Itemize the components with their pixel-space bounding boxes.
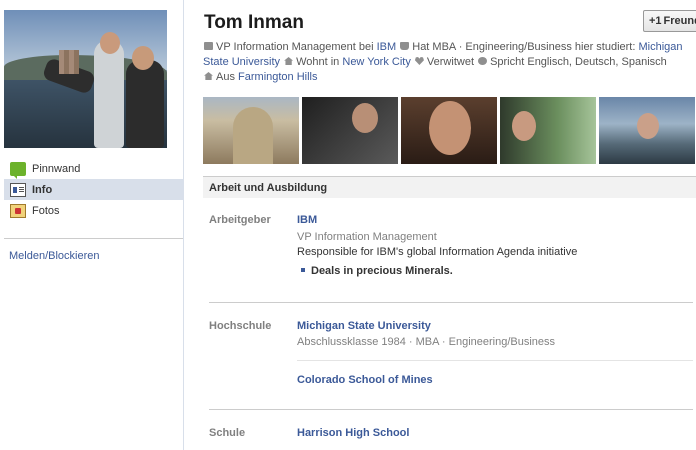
photo-strip: [203, 97, 695, 164]
add-friend-button[interactable]: +1Freund: [643, 10, 696, 32]
highschool-link[interactable]: Harrison High School: [297, 427, 409, 439]
info-icon: [10, 182, 26, 197]
add-friend-label: Freund: [663, 15, 696, 27]
employer-link[interactable]: IBM: [297, 214, 317, 226]
lives-text: Wohnt in: [296, 56, 340, 68]
employer-bullet: Deals in precious Minerals.: [301, 265, 453, 277]
bullet-icon: [301, 268, 305, 272]
nav-item-label: Fotos: [32, 204, 60, 217]
languages-text: Spricht Englisch, Deutsch, Spanisch: [490, 56, 667, 68]
college-link-2[interactable]: Colorado School of Mines: [297, 374, 433, 386]
strip-photo[interactable]: [500, 97, 596, 164]
employer-description: Responsible for IBM's global Information…: [297, 246, 578, 258]
strip-photo[interactable]: [203, 97, 299, 164]
section-header: Arbeit und Ausbildung: [203, 176, 696, 198]
divider: [209, 302, 693, 303]
home-icon: [284, 57, 294, 65]
strip-photo[interactable]: [302, 97, 398, 164]
college-detail: Abschlussklasse 1984 · MBA · Engineering…: [297, 336, 556, 348]
divider: [297, 360, 693, 361]
speech-bubble-icon: [478, 57, 488, 65]
highschool-label: Schule: [209, 427, 246, 439]
left-nav: Pinnwand Info Fotos: [4, 158, 184, 221]
nav-item-label: Info: [32, 183, 53, 196]
wall-icon: [10, 161, 26, 179]
hometown-link[interactable]: Farmington Hills: [238, 71, 317, 83]
hometown-icon: [204, 72, 213, 80]
employer-bullet-text: Deals in precious Minerals.: [311, 265, 453, 277]
profile-name: Tom Inman: [204, 12, 304, 33]
nav-item-info[interactable]: Info: [4, 179, 184, 200]
degree-text: Hat MBA · Engineering/Business hier stud…: [412, 41, 636, 53]
heart-icon: [414, 57, 424, 65]
college-link[interactable]: Michigan State University: [297, 320, 431, 332]
add-friend-icon: +1: [649, 15, 662, 27]
relationship-text: Verwitwet: [426, 56, 474, 68]
left-column: Pinnwand Info Fotos Melden/Blockieren: [0, 0, 184, 450]
profile-photo[interactable]: [4, 10, 167, 148]
college-label: Hochschule: [209, 320, 272, 332]
divider: [4, 238, 183, 239]
city-link[interactable]: New York City: [342, 56, 410, 68]
employer-position: VP Information Management: [297, 231, 437, 243]
photos-icon: [10, 203, 26, 218]
briefcase-icon: [204, 42, 213, 50]
info-bar: VP Information Management bei IBM Hat MB…: [203, 40, 683, 85]
nav-item-wall[interactable]: Pinnwand: [4, 158, 184, 179]
nav-item-label: Pinnwand: [32, 162, 81, 175]
strip-photo[interactable]: [401, 97, 497, 164]
divider: [209, 409, 693, 410]
report-block-link[interactable]: Melden/Blockieren: [9, 250, 100, 262]
job-title: VP Information Management bei: [216, 41, 374, 53]
hometown-prefix: Aus: [216, 71, 235, 83]
nav-item-photos[interactable]: Fotos: [4, 200, 184, 221]
job-company-link[interactable]: IBM: [377, 41, 397, 53]
strip-photo[interactable]: [599, 97, 695, 164]
employer-label: Arbeitgeber: [209, 214, 271, 226]
graduation-cap-icon: [400, 42, 410, 50]
